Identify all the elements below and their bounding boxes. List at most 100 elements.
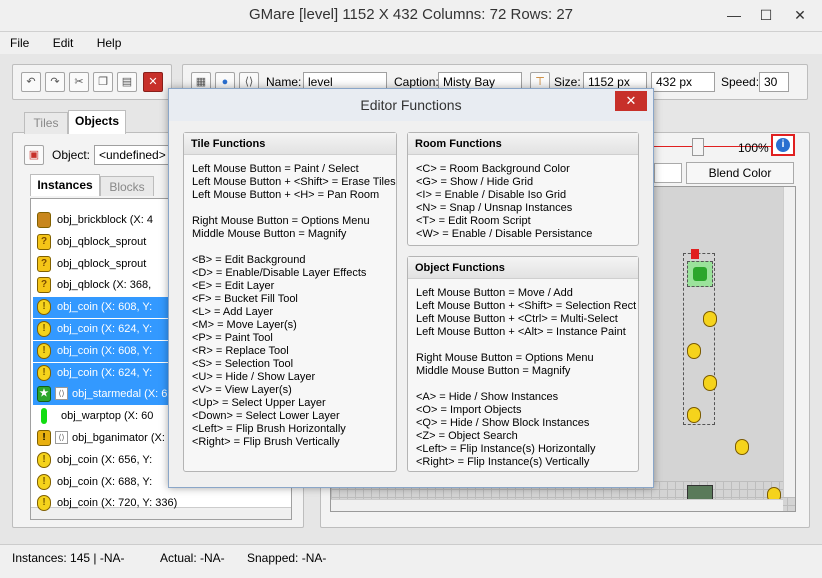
delete-icon[interactable]: ✕: [143, 72, 163, 92]
coin-instance[interactable]: [735, 439, 749, 455]
function-line: Left Mouse Button + <Alt> = Instance Pai…: [416, 326, 626, 338]
list-item-label: obj_coin (X: 608, Y:: [57, 301, 153, 314]
coin-icon: !: [37, 364, 51, 381]
dialog-close-button[interactable]: ✕: [615, 91, 647, 111]
function-line: Left Mouse Button + <Shift> = Selection …: [416, 300, 637, 312]
list-item-label: obj_starmedal (X: 6: [72, 388, 168, 401]
function-line: <R> = Replace Tool: [192, 345, 289, 357]
close-button[interactable]: ✕: [786, 4, 814, 26]
function-line: <D> = Enable/Disable Layer Effects: [192, 267, 367, 279]
coin-instance[interactable]: [703, 311, 717, 327]
list-item-label: obj_coin (X: 624, Y:: [57, 323, 153, 335]
coin-icon: !: [37, 299, 51, 316]
function-line: <G> = Show / Hide Grid: [416, 176, 534, 188]
edit-toolbar: ↶ ↷ ✂ ❐ ▤ ✕: [12, 64, 172, 100]
tab-instances[interactable]: Instances: [30, 174, 100, 196]
copy-icon[interactable]: ❐: [93, 72, 113, 92]
cut-icon[interactable]: ✂: [69, 72, 89, 92]
object-picker-icon[interactable]: ▣: [24, 145, 44, 165]
coin-icon: !: [37, 495, 51, 512]
window-title: GMare [level] 1152 X 432 Columns: 72 Row…: [248, 6, 574, 23]
function-line: <M> = Move Layer(s): [192, 319, 297, 331]
dialog-title: Editor Functions: [169, 89, 653, 121]
list-item-label: obj_coin (X: 608, Y:: [57, 344, 153, 357]
qblock-icon: ?: [37, 255, 51, 272]
speed-label: Speed:: [721, 75, 760, 89]
function-line: <Left> = Flip Brush Horizontally: [192, 423, 346, 435]
function-line: <Right> = Flip Instance(s) Vertically: [416, 456, 590, 468]
function-line: <F> = Bucket Fill Tool: [192, 293, 298, 305]
list-item[interactable]: ! obj_coin (X: 720, Y: 336): [33, 493, 273, 514]
coin-instance[interactable]: [703, 375, 717, 391]
function-line: <Right> = Flip Brush Vertically: [192, 436, 340, 448]
redo-icon[interactable]: ↷: [45, 72, 65, 92]
coin-instance[interactable]: [687, 343, 701, 359]
function-line: Left Mouse Button + <Shift> = Erase Tile…: [192, 176, 396, 188]
function-line: Right Mouse Button = Options Menu: [416, 352, 594, 364]
function-line: <Z> = Object Search: [416, 430, 518, 442]
room-functions-header: Room Functions: [408, 133, 638, 155]
paste-icon[interactable]: ▤: [117, 72, 137, 92]
menu-edit[interactable]: Edit: [43, 32, 84, 54]
undo-icon[interactable]: ↶: [21, 72, 41, 92]
coin-icon: !: [37, 321, 51, 337]
zoom-slider-thumb[interactable]: [692, 138, 704, 156]
title-bar: GMare [level] 1152 X 432 Columns: 72 Row…: [0, 0, 822, 32]
layer-select[interactable]: [654, 163, 682, 183]
function-line: <Down> = Select Lower Layer: [192, 410, 340, 422]
list-item-label: obj_bganimator (X:: [72, 432, 165, 444]
function-line: <U> = Hide / Show Layer: [192, 371, 316, 383]
maximize-button[interactable]: ☐: [752, 4, 780, 26]
list-item-label: obj_qblock (X: 368,: [57, 279, 152, 292]
speed-input[interactable]: 30: [759, 72, 789, 92]
list-item-label: obj_coin (X: 656, Y:: [57, 453, 153, 466]
object-functions-group: Object Functions Left Mouse Button = Mov…: [407, 256, 639, 472]
minimize-button[interactable]: —: [720, 4, 748, 26]
menu-help[interactable]: Help: [87, 32, 132, 54]
function-line: <Q> = Hide / Show Block Instances: [416, 417, 590, 429]
info-icon: i: [776, 138, 790, 152]
function-line: Left Mouse Button + <Ctrl> = Multi-Selec…: [416, 313, 618, 325]
star-icon: ★: [37, 386, 51, 403]
menu-file[interactable]: File: [0, 32, 39, 54]
function-line: <Up> = Select Upper Layer: [192, 397, 326, 409]
blend-color-button[interactable]: Blend Color: [686, 162, 794, 184]
tab-objects[interactable]: Objects: [68, 110, 126, 134]
function-line: <C> = Room Background Color: [416, 163, 570, 175]
function-line: <P> = Paint Tool: [192, 332, 273, 344]
function-line: <L> = Add Layer: [192, 306, 274, 318]
function-line: <E> = Edit Layer: [192, 280, 275, 292]
coin-instance[interactable]: [687, 407, 701, 423]
coin-icon: !: [37, 451, 51, 468]
function-line: <I> = Enable / Disable Iso Grid: [416, 189, 567, 201]
object-functions-header: Object Functions: [408, 257, 638, 279]
room-functions-group: Room Functions <C> = Room Background Col…: [407, 132, 639, 246]
list-item-label: obj_qblock_sprout: [57, 257, 147, 270]
room-hscrollbar[interactable]: [331, 499, 783, 511]
tab-tiles[interactable]: Tiles: [24, 112, 68, 134]
list-item-label: obj_coin (X: 720, Y: 336): [57, 497, 178, 510]
status-instances: Instances: 145 | -NA-: [12, 551, 125, 565]
qblock-icon: ?: [37, 233, 51, 250]
height-input[interactable]: 432 px: [651, 72, 715, 92]
script-icon: ⟨⟩: [55, 387, 68, 401]
list-item-label: obj_coin (X: 624, Y:: [57, 366, 153, 379]
list-item-label: obj_qblock_sprout: [57, 235, 147, 248]
tab-blocks[interactable]: Blocks: [100, 176, 154, 196]
function-line: <A> = Hide / Show Instances: [416, 391, 559, 403]
function-line: Right Mouse Button = Options Menu: [192, 215, 370, 227]
script-icon: ⟨⟩: [55, 431, 68, 444]
list-item-label: obj_coin (X: 688, Y:: [57, 475, 153, 488]
warp-icon: [41, 408, 47, 425]
function-line: <N> = Snap / Unsnap Instances: [416, 202, 573, 214]
function-line: <W> = Enable / Disable Persistance: [416, 228, 593, 240]
room-vscrollbar[interactable]: [783, 187, 795, 497]
function-line: Left Mouse Button = Move / Add: [416, 287, 573, 299]
info-button[interactable]: i: [771, 134, 795, 156]
function-line: <B> = Edit Background: [192, 254, 306, 266]
function-line: <T> = Edit Room Script: [416, 215, 531, 227]
star-icon: [693, 267, 707, 281]
function-line: <S> = Selection Tool: [192, 358, 294, 370]
function-line: <V> = View Layer(s): [192, 384, 292, 396]
list-item-label: obj_warptop (X: 60: [61, 410, 154, 423]
